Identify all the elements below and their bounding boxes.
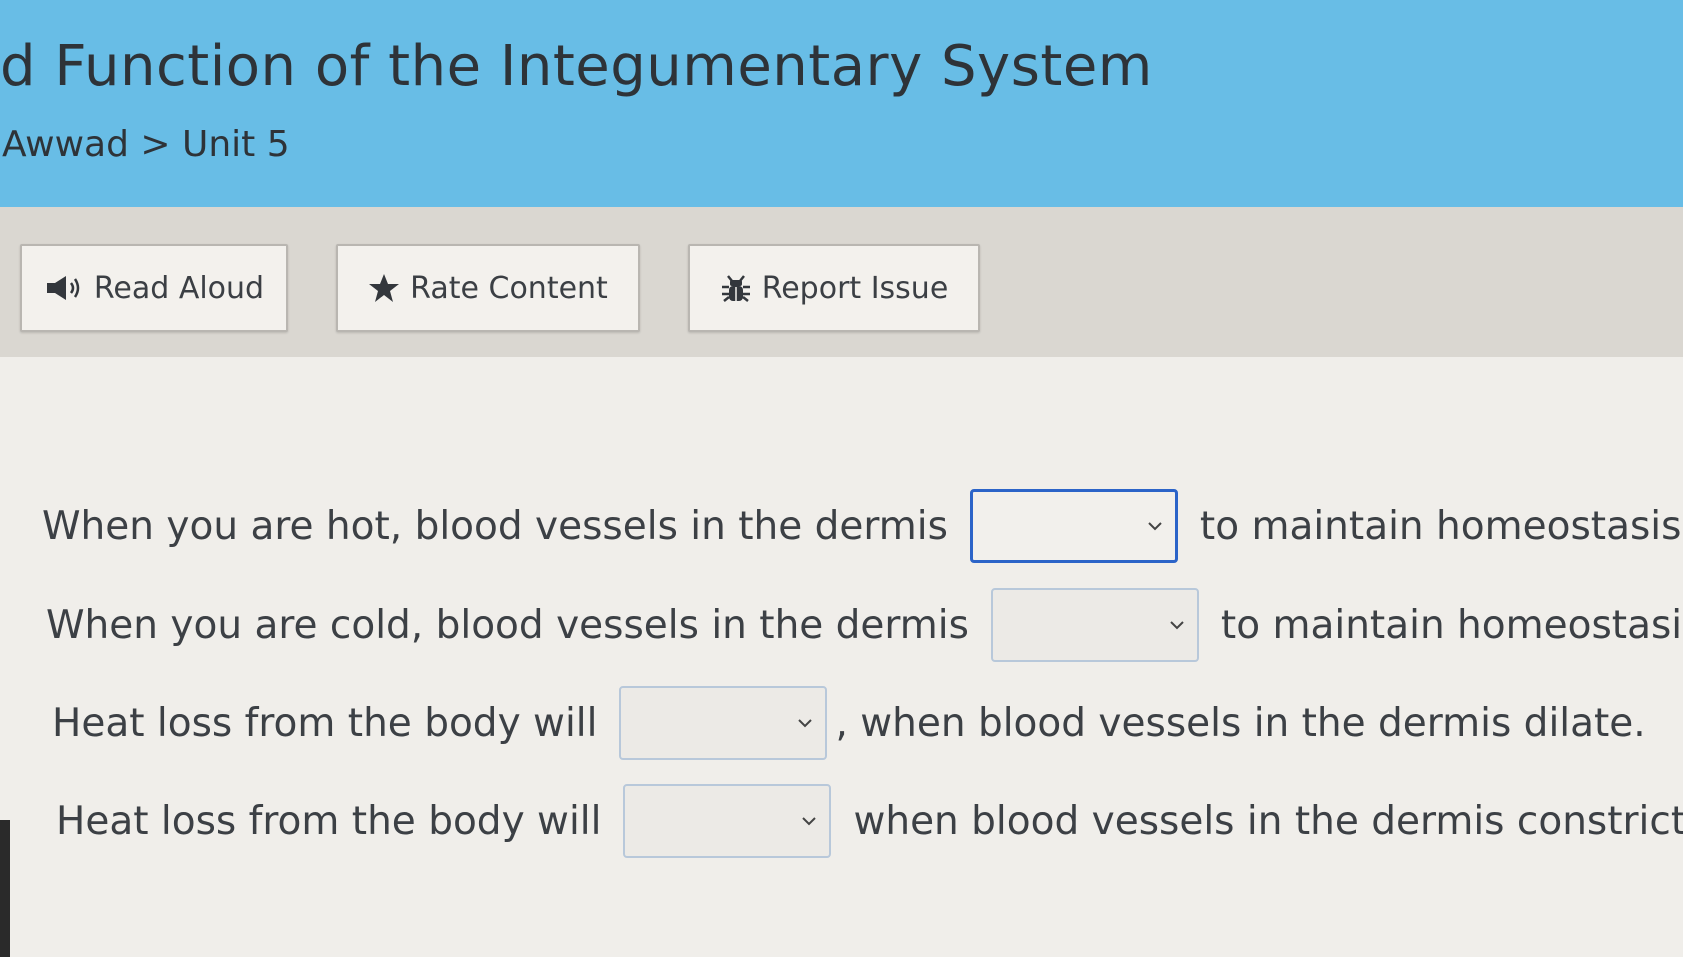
read-aloud-label: Read Aloud — [93, 270, 265, 306]
bug-icon — [720, 273, 752, 303]
question-3-text-before: Heat loss from the body will — [52, 700, 598, 746]
chevron-down-icon — [1169, 620, 1185, 630]
report-issue-button[interactable]: Report Issue — [688, 244, 980, 332]
question-row-2: When you are cold, blood vessels in the … — [46, 587, 1683, 663]
question-row-1: When you are hot, blood vessels in the d… — [42, 488, 1683, 564]
question-4-dropdown[interactable] — [623, 784, 832, 858]
read-aloud-button[interactable]: Read Aloud — [20, 244, 288, 332]
rate-content-label: Rate Content — [410, 270, 608, 306]
question-row-4: Heat loss from the body will when blood … — [56, 783, 1683, 859]
speaker-icon — [44, 273, 84, 303]
star-icon — [368, 273, 400, 303]
chevron-down-icon — [797, 718, 813, 728]
toolbar: Read Aloud Rate Content Report Issue — [0, 207, 1683, 357]
page: d Function of the Integumentary System A… — [0, 0, 1683, 957]
question-2-text-before: When you are cold, blood vessels in the … — [46, 602, 969, 648]
question-1-text-before: When you are hot, blood vessels in the d… — [42, 503, 948, 549]
screen-bezel-edge — [0, 820, 10, 957]
question-3-text-after: , when blood vessels in the dermis dilat… — [835, 700, 1646, 746]
question-1-text-after: to maintain homeostasis. — [1199, 503, 1683, 549]
question-3-dropdown[interactable] — [619, 686, 828, 760]
question-row-3: Heat loss from the body will , when bloo… — [52, 685, 1646, 761]
chevron-down-icon — [801, 816, 817, 826]
question-4-text-after: when blood vessels in the dermis constri… — [853, 798, 1683, 844]
question-4-text-before: Heat loss from the body will — [56, 798, 602, 844]
question-2-text-after: to maintain homeostasis. — [1220, 602, 1683, 648]
question-2-dropdown[interactable] — [990, 588, 1199, 662]
rate-content-button[interactable]: Rate Content — [336, 244, 640, 332]
header: d Function of the Integumentary System A… — [0, 0, 1683, 207]
breadcrumb[interactable]: Awwad > Unit 5 — [2, 124, 290, 165]
question-area: When you are hot, blood vessels in the d… — [0, 357, 1683, 957]
report-issue-label: Report Issue — [761, 270, 949, 306]
page-title: d Function of the Integumentary System — [0, 34, 1153, 99]
question-1-dropdown[interactable] — [969, 489, 1178, 563]
chevron-down-icon — [1147, 521, 1163, 531]
